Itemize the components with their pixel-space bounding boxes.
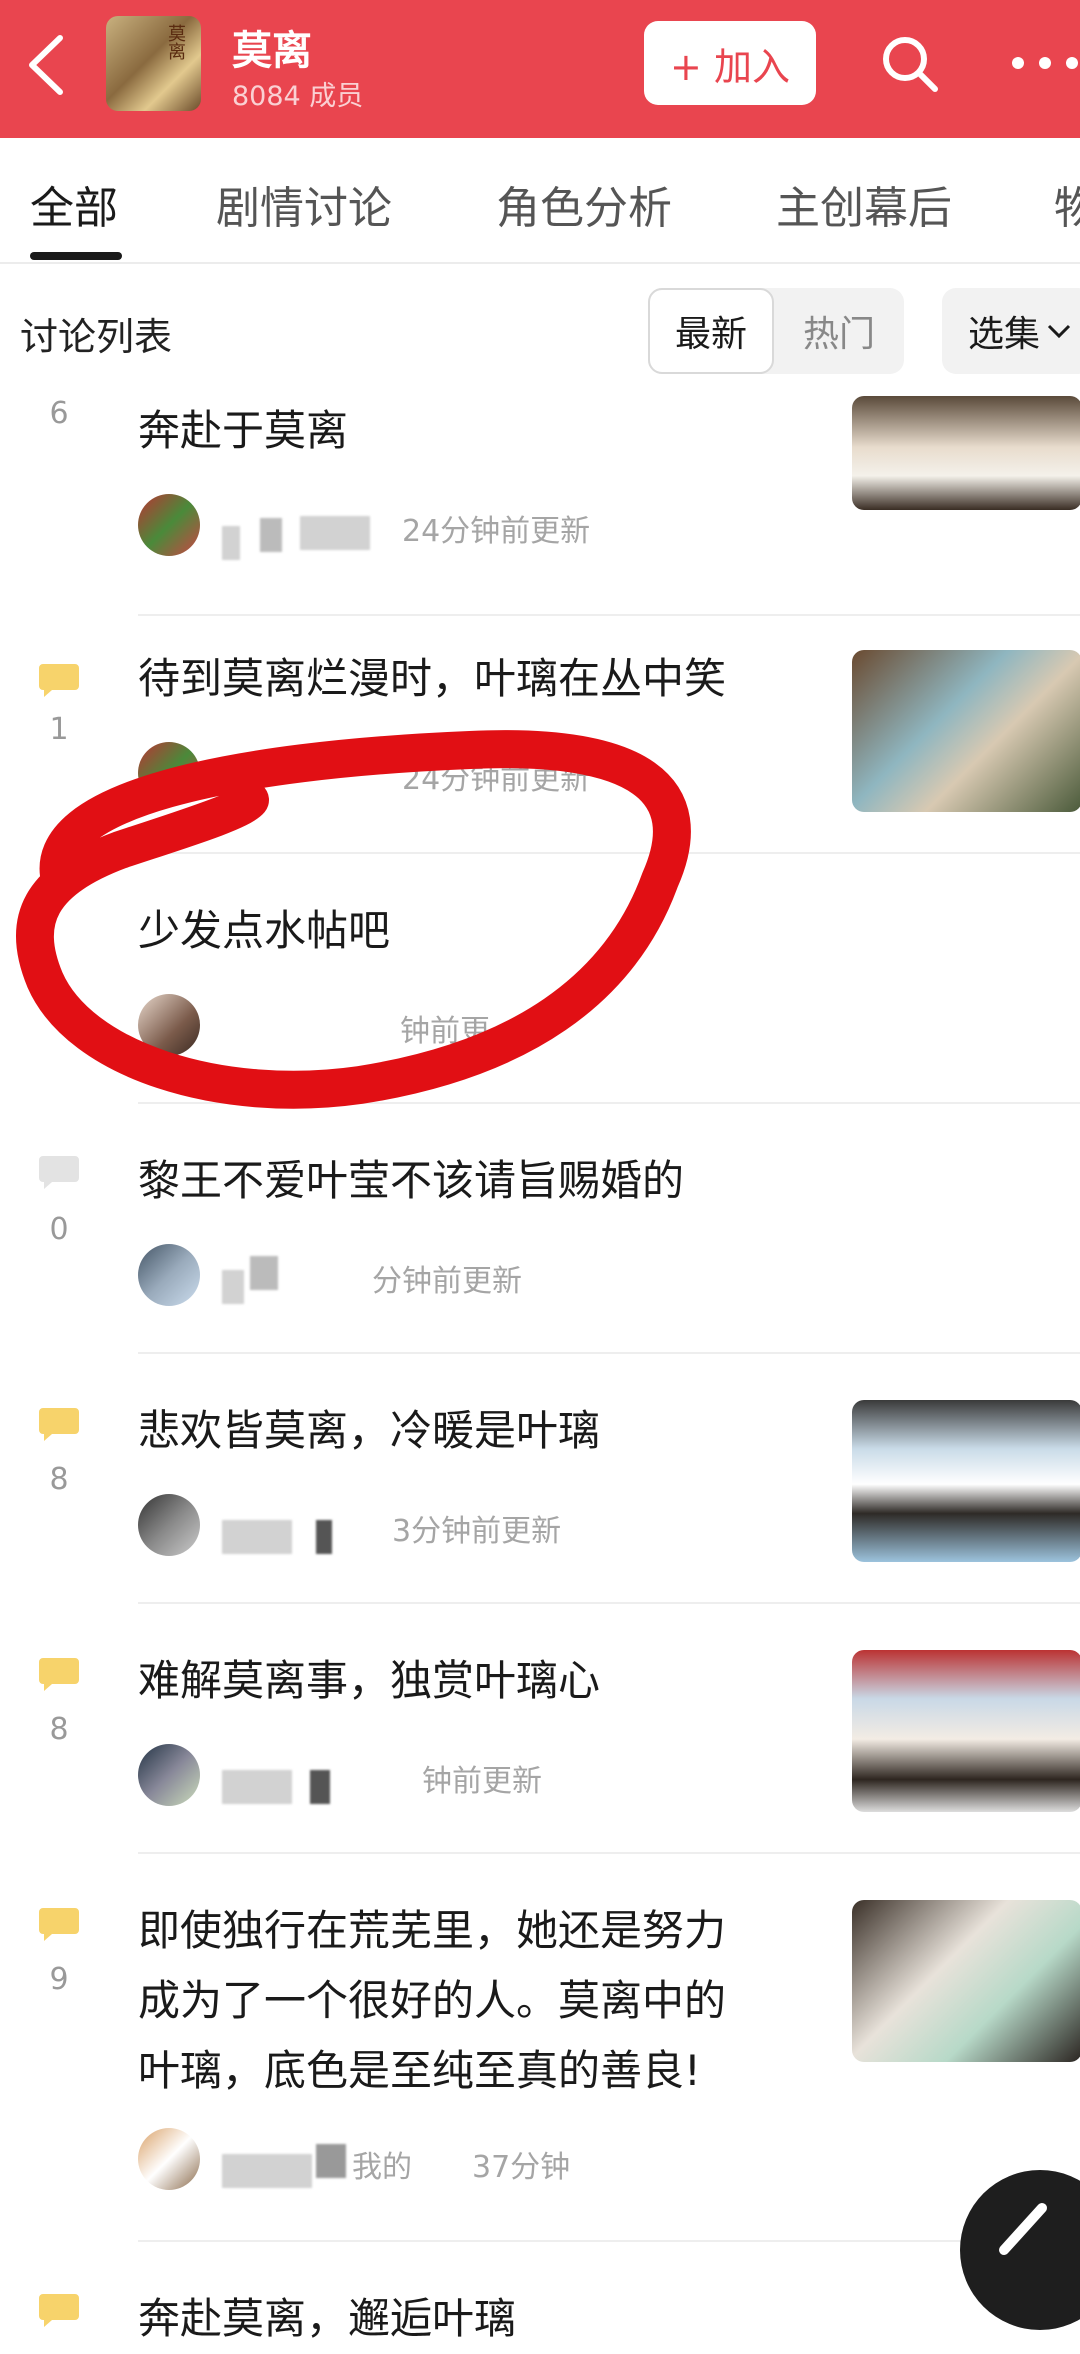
update-time: 3分钟前更新 (392, 1514, 562, 1549)
username-blurred (220, 516, 370, 560)
list-title: 讨论列表 (20, 315, 173, 359)
sort-toggle: 最新 热门 (648, 288, 904, 374)
episode-label: 选集 (968, 314, 1041, 355)
username-fragment: 我的 (352, 2150, 412, 2185)
update-time: 分钟前更新 (372, 1264, 522, 1299)
post-title-line[interactable]: 叶璃，底色是至纯至真的善良! (138, 2036, 701, 2106)
update-time: 钟前更新 (422, 1764, 542, 1799)
search-icon[interactable] (878, 32, 942, 96)
avatar[interactable] (138, 1744, 200, 1806)
divider (138, 614, 1080, 616)
group-avatar[interactable]: 莫离 (106, 16, 201, 111)
comment-count: 0 (49, 1212, 69, 1247)
post-thumbnail[interactable] (852, 1400, 1080, 1562)
post-title[interactable]: 待到莫离烂漫时，叶璃在丛中笑 (138, 644, 726, 714)
comment-count: 9 (49, 1962, 69, 1997)
divider (138, 1852, 1080, 1854)
comment-bubble-icon (38, 662, 80, 697)
comment-count: 8 (49, 1712, 69, 1747)
update-time: 37分钟 (472, 2150, 571, 2185)
avatar[interactable] (138, 1494, 200, 1556)
comment-bubble-icon (38, 1906, 80, 1941)
comment-bubble-icon (38, 1154, 80, 1189)
more-dots-icon[interactable] (1010, 48, 1080, 78)
tab-behind-scenes[interactable]: 主创幕后 (776, 172, 952, 236)
pen-icon (999, 2203, 1047, 2255)
avatar-text: 莫离 (165, 24, 186, 60)
update-time: 24分钟前更新 (402, 762, 591, 797)
username-blurred (220, 1520, 332, 1554)
post-title[interactable]: 悲欢皆莫离，冷暖是叶璃 (138, 1396, 600, 1466)
post-title[interactable]: 黎王不爱叶莹不该请旨赐婚的 (138, 1146, 684, 1216)
avatar[interactable] (138, 994, 200, 1056)
avatar[interactable] (138, 1244, 200, 1306)
active-tab-indicator (30, 252, 122, 260)
post-title[interactable]: 奔赴莫离，邂逅叶璃 (138, 2284, 516, 2354)
avatar[interactable] (138, 2128, 200, 2190)
sort-hot-button[interactable]: 热门 (774, 288, 904, 374)
join-button[interactable]: + 加入 (644, 21, 816, 105)
comment-count: 1 (49, 712, 69, 747)
tab-more[interactable]: 物 (1054, 172, 1080, 236)
post-title[interactable]: 难解莫离事，独赏叶璃心 (138, 1646, 600, 1716)
group-name: 莫离 (232, 28, 312, 74)
comment-bubble-icon (38, 1406, 80, 1441)
sort-newest-button[interactable]: 最新 (648, 288, 774, 374)
member-count: 8084 成员 (232, 81, 364, 112)
update-time: 钟前更 (400, 1014, 490, 1049)
post-thumbnail[interactable] (852, 396, 1080, 510)
post-thumbnail[interactable] (852, 650, 1080, 812)
divider (138, 1602, 1080, 1604)
tab-all[interactable]: 全部 (30, 172, 118, 236)
username-blurred (220, 1770, 330, 1804)
post-title-line[interactable]: 即使独行在荒芜里，她还是努力 (138, 1896, 726, 1966)
post-title[interactable]: 奔赴于莫离 (138, 396, 348, 466)
chevron-down-icon (1047, 324, 1071, 339)
post-title-line[interactable]: 成为了一个很好的人。莫离中的 (138, 1966, 726, 2036)
divider (138, 2240, 1080, 2242)
divider (138, 852, 1080, 854)
comment-count: 8 (49, 1462, 69, 1497)
category-tabs: 全部 剧情讨论 角色分析 主创幕后 物 (0, 138, 1080, 264)
compose-button[interactable] (960, 2170, 1080, 2330)
divider (138, 1352, 1080, 1354)
comment-count: 6 (49, 396, 69, 431)
comment-bubble-icon (38, 1656, 80, 1691)
avatar[interactable] (138, 742, 200, 804)
post-thumbnail[interactable] (852, 1650, 1080, 1812)
post-title[interactable]: 少发点水帖吧 (138, 896, 390, 966)
update-time: 24分钟前更新 (402, 514, 591, 549)
username-blurred (220, 2144, 350, 2188)
username-blurred (220, 1256, 280, 1304)
post-thumbnail[interactable] (852, 1900, 1080, 2062)
tab-character-analysis[interactable]: 角色分析 (496, 172, 672, 236)
divider (138, 1102, 1080, 1104)
comment-bubble-icon (38, 2292, 80, 2327)
episode-select[interactable]: 选集 (942, 288, 1080, 374)
avatar[interactable] (138, 494, 200, 556)
back-icon[interactable] (18, 30, 78, 100)
tab-plot-discussion[interactable]: 剧情讨论 (216, 172, 392, 236)
top-bar: 莫离 莫离 8084 成员 + 加入 (0, 0, 1080, 138)
